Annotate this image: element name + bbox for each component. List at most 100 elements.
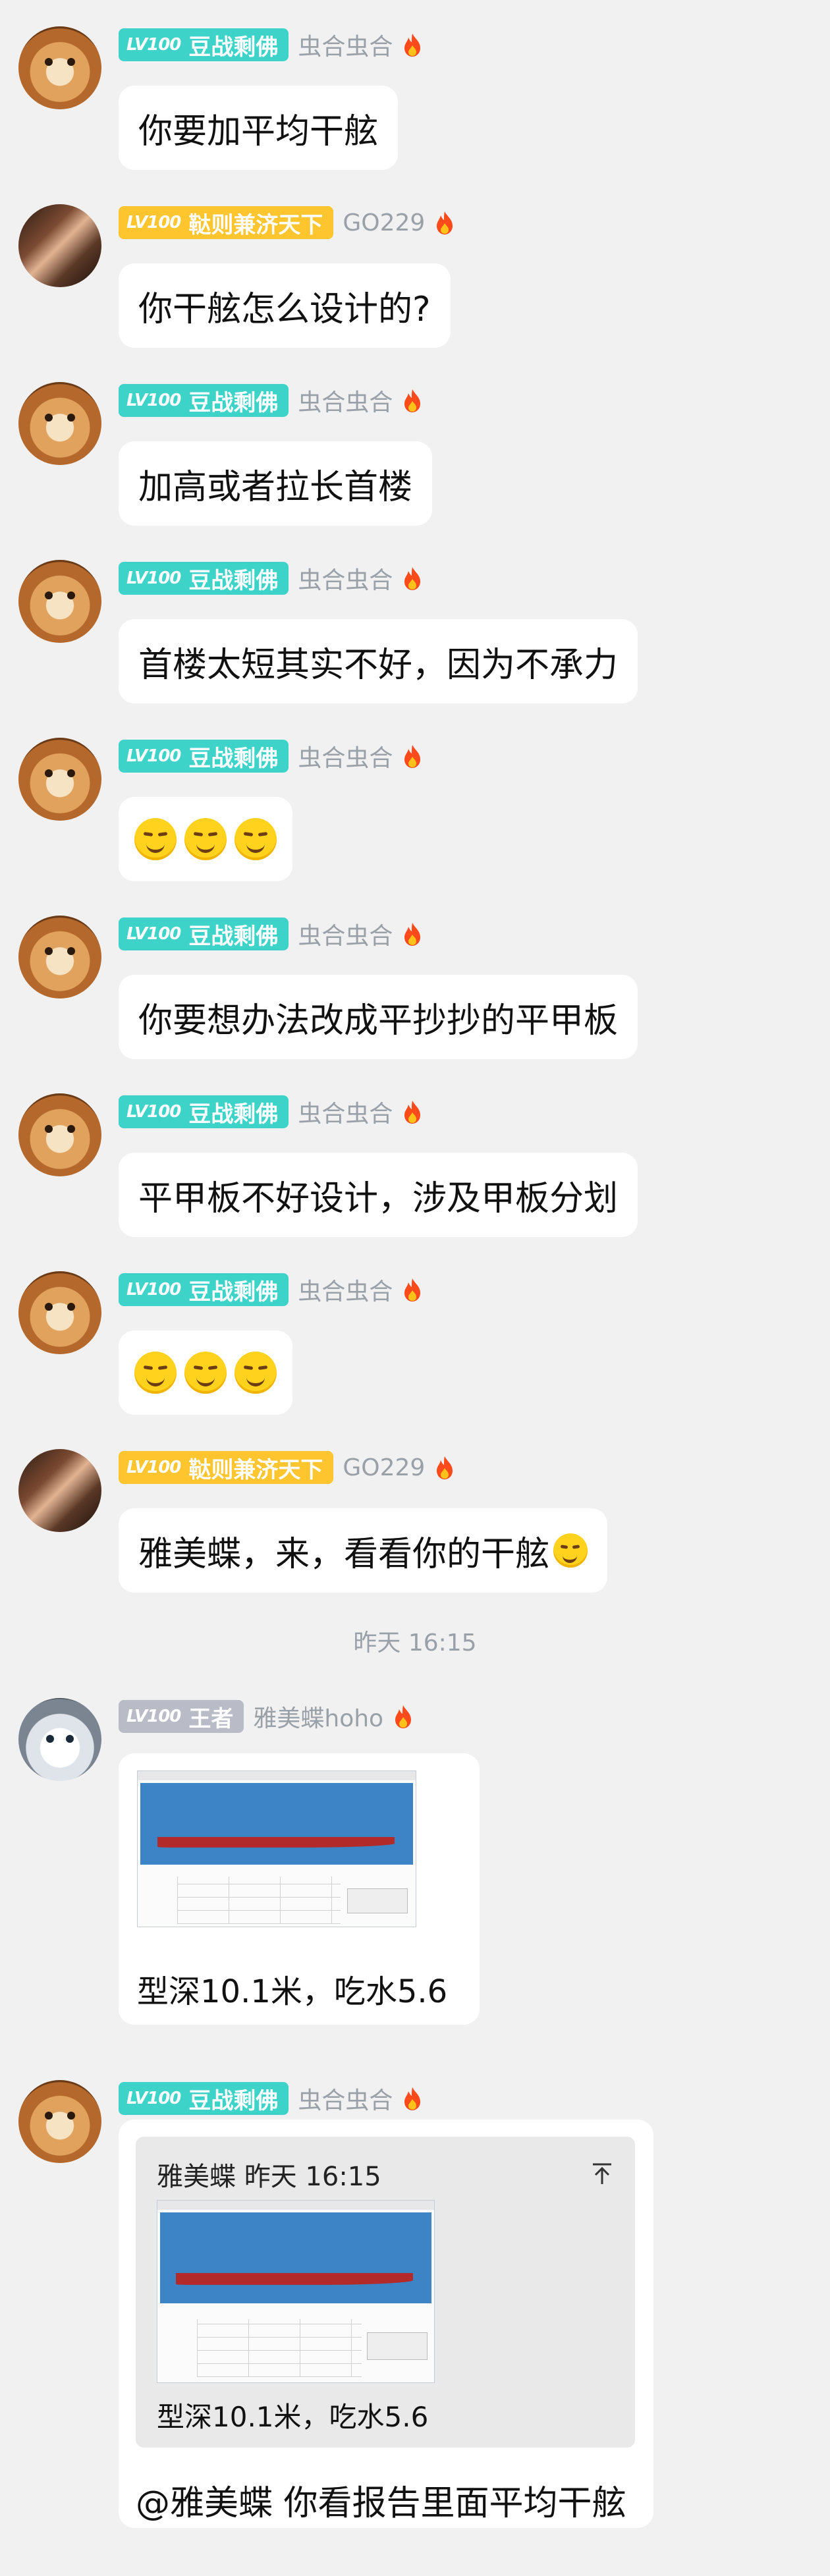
message-bubble[interactable]: 你要加平均干舷	[119, 86, 399, 170]
sender-meta: LV100 王者 雅美蝶hoho	[119, 1698, 414, 1735]
shiba-dog-avatar[interactable]	[18, 738, 101, 821]
sender-nickname[interactable]: 虫合虫合	[298, 28, 393, 62]
smirk-emoji	[134, 1352, 177, 1394]
message: LV100 豆战剩佛 虫合虫合 首楼太短其实不好，因为不承力	[0, 534, 830, 711]
level-badge: LV100 豆战剩佛	[119, 562, 289, 595]
sender-meta: LV100 鞑则兼济天下 GO229	[119, 204, 455, 241]
ship-hull-shape	[157, 1837, 395, 1848]
sender-nickname[interactable]: 虫合虫合	[298, 1095, 393, 1129]
fire-icon	[404, 923, 421, 946]
emoji-bubble[interactable]	[119, 1330, 292, 1415]
level-badge: LV100 豆战剩佛	[119, 28, 289, 61]
window-titlebar	[157, 2201, 434, 2210]
ship-freeboard-screenshot[interactable]	[157, 2200, 435, 2383]
sender-nickname[interactable]: 虫合虫合	[298, 561, 393, 595]
table-side-button[interactable]	[347, 1888, 408, 1913]
fire-icon	[404, 389, 421, 412]
fire-icon	[437, 211, 453, 234]
shiba-dog-avatar[interactable]	[18, 916, 101, 999]
level-badge: LV100 王者	[119, 1700, 244, 1733]
level-badge: LV100 豆战剩佛	[119, 918, 289, 950]
fire-icon	[404, 34, 421, 57]
sender-nickname[interactable]: 虫合虫合	[298, 2081, 393, 2116]
message: LV100 豆战剩佛 虫合虫合 你要加平均干舷	[0, 0, 830, 178]
couple-photo-avatar[interactable]	[18, 204, 101, 287]
level-badge: LV100 豆战剩佛	[119, 1095, 289, 1128]
level-badge: LV100 鞑则兼济天下	[119, 1451, 334, 1484]
sender-meta: LV100 豆战剩佛 虫合虫合	[119, 1271, 423, 1308]
message: LV100 豆战剩佛 虫合虫合 加高或者拉长首楼	[0, 356, 830, 534]
husky-avatar[interactable]	[18, 1698, 101, 1781]
quoted-caption: 型深10.1米，吃水5.6	[157, 2401, 429, 2433]
smirk-emoji	[235, 818, 277, 860]
sender-nickname[interactable]: 虫合虫合	[298, 383, 393, 418]
ship-hull-shape	[176, 2273, 413, 2285]
message-bubble[interactable]: 加高或者拉长首楼	[119, 441, 433, 526]
freeboard-table	[177, 1877, 341, 1924]
fire-icon	[404, 1278, 421, 1302]
message: LV100 豆战剩佛 虫合虫合 你要想办法改成平抄抄的平甲板	[0, 889, 830, 1067]
shiba-dog-avatar[interactable]	[18, 2080, 101, 2163]
smirk-emoji	[134, 818, 177, 860]
pin-top-icon[interactable]	[589, 2160, 615, 2187]
sender-meta: LV100 鞑则兼济天下 GO229	[119, 1449, 455, 1486]
level-badge: LV100 豆战剩佛	[119, 2082, 289, 2115]
sender-nickname[interactable]: 雅美蝶hoho	[253, 1699, 383, 1734]
shiba-dog-avatar[interactable]	[18, 1093, 101, 1176]
message-bubble[interactable]: 你要想办法改成平抄抄的平甲板	[119, 975, 638, 1059]
ship-freeboard-screenshot[interactable]	[137, 1770, 416, 1927]
sender-meta: LV100 豆战剩佛 虫合虫合	[119, 2080, 423, 2117]
image-message-bubble[interactable]: 型深10.1米，吃水5.6	[119, 1753, 480, 2025]
reply-text: @雅美蝶 你看报告里面平均干舷	[136, 2484, 626, 2523]
message-bubble[interactable]: 雅美蝶，来，看看你的干舷	[119, 1508, 608, 1593]
shiba-dog-avatar[interactable]	[18, 1271, 101, 1354]
fire-icon	[404, 567, 421, 590]
sender-nickname[interactable]: 虫合虫合	[298, 917, 393, 951]
fire-icon	[404, 2087, 421, 2110]
quoted-message[interactable]: 雅美蝶 昨天 16:15 型深10.1米，吃水5.6	[136, 2137, 635, 2448]
sender-meta: LV100 豆战剩佛 虫合虫合	[119, 26, 423, 63]
shiba-dog-avatar[interactable]	[18, 382, 101, 465]
image-caption: 型深10.1米，吃水5.6	[137, 1973, 448, 2010]
message: LV100 鞑则兼济天下 GO229 你干舷怎么设计的?	[0, 178, 830, 356]
emoji-bubble[interactable]	[119, 797, 292, 881]
timestamp-divider: 昨天 16:15	[353, 1630, 477, 1657]
message: LV100 鞑则兼济天下 GO229 雅美蝶，来，看看你的干舷	[0, 1423, 830, 1614]
fire-icon	[395, 1705, 412, 1728]
message: LV100 王者 雅美蝶hoho 型深10.1米，吃水5.6	[0, 1680, 830, 2048]
level-badge: LV100 鞑则兼济天下	[119, 206, 334, 239]
smirk-emoji	[235, 1352, 277, 1394]
shiba-dog-avatar[interactable]	[18, 26, 101, 109]
message: LV100 豆战剩佛 虫合虫合	[0, 1245, 830, 1423]
message: LV100 豆战剩佛 虫合虫合 平甲板不好设计，涉及甲板分划	[0, 1067, 830, 1245]
smirk-emoji	[553, 1533, 588, 1568]
message-bubble[interactable]: 你干舷怎么设计的?	[119, 263, 451, 348]
level-badge: LV100 豆战剩佛	[119, 384, 289, 417]
sender-nickname[interactable]: GO229	[343, 209, 425, 236]
message: LV100 豆战剩佛 虫合虫合 雅美蝶 昨天 16:15 型深10.1米，吃水5…	[0, 2054, 830, 2576]
message-bubble[interactable]: 首楼太短其实不好，因为不承力	[119, 619, 638, 703]
message-bubble[interactable]: 平甲板不好设计，涉及甲板分划	[119, 1153, 638, 1237]
shiba-dog-avatar[interactable]	[18, 560, 101, 643]
message: LV100 豆战剩佛 虫合虫合	[0, 711, 830, 889]
table-side-button[interactable]	[367, 2332, 428, 2360]
sender-meta: LV100 豆战剩佛 虫合虫合	[119, 560, 423, 597]
sender-meta: LV100 豆战剩佛 虫合虫合	[119, 738, 423, 775]
window-titlebar	[138, 1771, 416, 1780]
sender-nickname[interactable]: 虫合虫合	[298, 1273, 393, 1307]
sender-meta: LV100 豆战剩佛 虫合虫合	[119, 382, 423, 419]
sender-nickname[interactable]: 虫合虫合	[298, 739, 393, 773]
sender-meta: LV100 豆战剩佛 虫合虫合	[119, 916, 423, 952]
smirk-emoji	[184, 818, 227, 860]
fire-icon	[404, 745, 421, 768]
fire-icon	[437, 1456, 453, 1479]
fire-icon	[404, 1101, 421, 1124]
sender-nickname[interactable]: GO229	[343, 1454, 425, 1481]
ship-profile-panel	[140, 1783, 413, 1865]
level-badge: LV100 豆战剩佛	[119, 1273, 289, 1306]
couple-photo-avatar[interactable]	[18, 1449, 101, 1532]
sender-meta: LV100 豆战剩佛 虫合虫合	[119, 1093, 423, 1130]
freeboard-table	[197, 2319, 362, 2377]
quote-reply-bubble[interactable]: 雅美蝶 昨天 16:15 型深10.1米，吃水5.6 @雅美蝶 你看报告里面平均…	[119, 2120, 653, 2528]
ship-profile-panel	[160, 2212, 431, 2303]
